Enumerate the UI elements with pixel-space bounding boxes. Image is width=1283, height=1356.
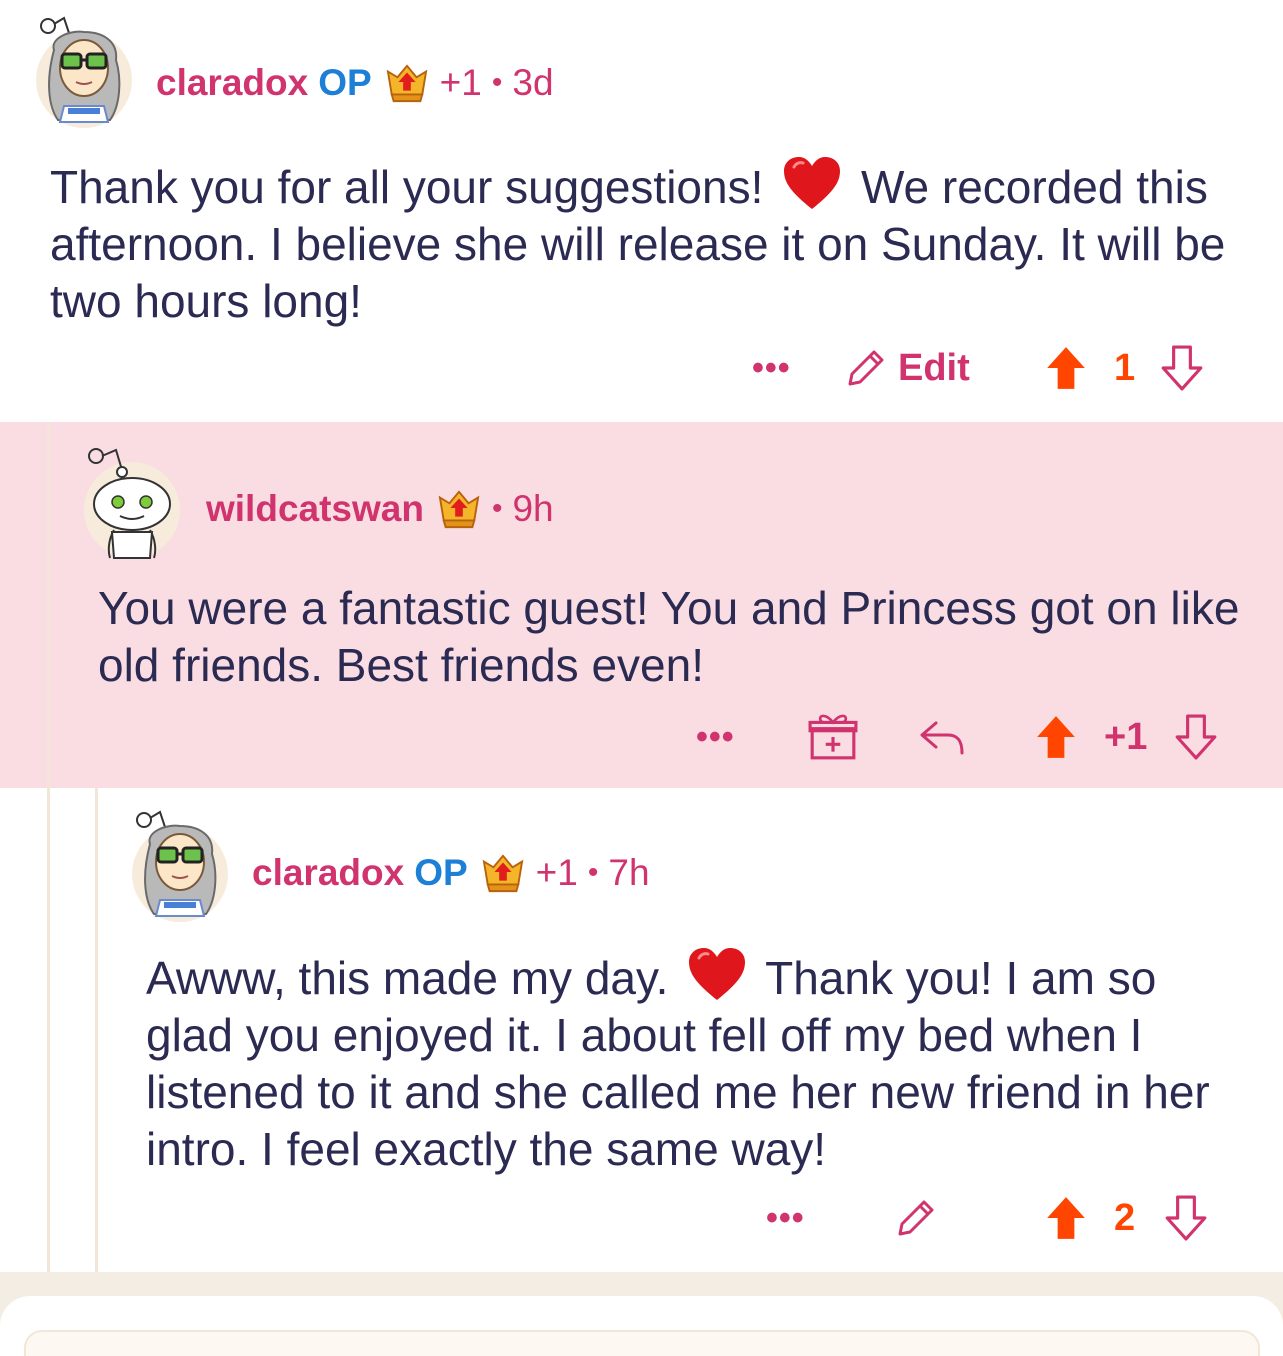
pencil-icon [844,346,888,390]
edit-button[interactable]: Edit [844,338,970,398]
downvote-button[interactable] [1164,1188,1208,1248]
vote-count: +1 [1104,715,1148,758]
downvote-button[interactable] [1174,707,1218,767]
avatar[interactable] [84,462,180,558]
avatar[interactable] [132,826,228,922]
comment-text-part: Thank you for all your suggestions! [50,161,777,213]
gift-icon [808,712,858,762]
timestamp: 3d [512,62,554,103]
username[interactable]: claradox [252,852,404,894]
comment-body: You were a fantastic guest! You and Prin… [98,582,1240,691]
vote-count: 2 [1114,1196,1136,1239]
award-badge-icon[interactable] [436,488,482,530]
separator-dot: • [587,856,599,889]
downvote-icon [1174,714,1218,760]
downvote-icon [1160,345,1204,391]
give-award-button[interactable] [808,707,858,767]
username[interactable]: wildcatswan [206,488,424,530]
user-avatar-icon [30,10,138,130]
karma-count: +1 [535,852,578,893]
vote-count: 1 [1114,346,1136,389]
heart-icon [687,946,747,1002]
heart-icon [782,155,842,211]
comment-actions: ••• +1 [0,707,1283,767]
op-label: OP [414,852,468,893]
separator-dot: • [491,492,503,525]
comment-actions: ••• Edit 1 [0,338,1283,398]
award-badge-icon[interactable] [384,62,430,104]
reply-button[interactable] [918,707,966,767]
upvote-button[interactable] [1044,338,1088,398]
reply-icon [918,717,966,757]
upvote-icon [1044,345,1088,391]
edit-label: Edit [898,346,970,389]
comment-body: Awww, this made my day. Thank you! I am … [146,946,1236,1178]
downvote-button[interactable] [1160,338,1204,398]
comment-text-part: Awww, this made my day. [146,952,682,1004]
separator-dot: • [491,66,503,99]
user-avatar-icon [126,804,234,924]
pencil-icon [894,1196,938,1240]
upvote-button[interactable] [1034,707,1078,767]
upvote-icon [1044,1195,1088,1241]
user-avatar-icon [78,440,186,560]
comment-2: wildcatswan • 9h You were a fantastic gu… [0,422,1283,788]
timestamp: 9h [512,488,554,529]
reply-input[interactable] [24,1330,1260,1356]
upvote-button[interactable] [1044,1188,1088,1248]
award-badge-icon[interactable] [480,852,526,894]
comment-3: claradox OP +1 • 7h Awww, this made my d… [0,788,1283,1272]
comment-meta: claradox OP +1 • 7h [252,850,650,896]
edit-button[interactable] [894,1188,938,1248]
comment-meta: wildcatswan • 9h [206,486,554,532]
downvote-icon [1164,1195,1208,1241]
upvote-icon [1034,714,1078,760]
comment-actions: ••• 2 [0,1188,1283,1248]
avatar[interactable] [36,32,132,128]
username[interactable]: claradox [156,62,308,104]
comment-1: claradox OP +1 • 3d Thank you for all yo… [0,0,1283,422]
comment-body: Thank you for all your suggestions! We r… [50,155,1250,330]
more-options-button[interactable]: ••• [696,707,735,767]
op-label: OP [318,62,372,103]
comment-meta: claradox OP +1 • 3d [156,60,554,106]
more-options-button[interactable]: ••• [766,1188,805,1248]
karma-count: +1 [439,62,482,103]
more-options-button[interactable]: ••• [752,338,791,398]
timestamp: 7h [608,852,650,893]
